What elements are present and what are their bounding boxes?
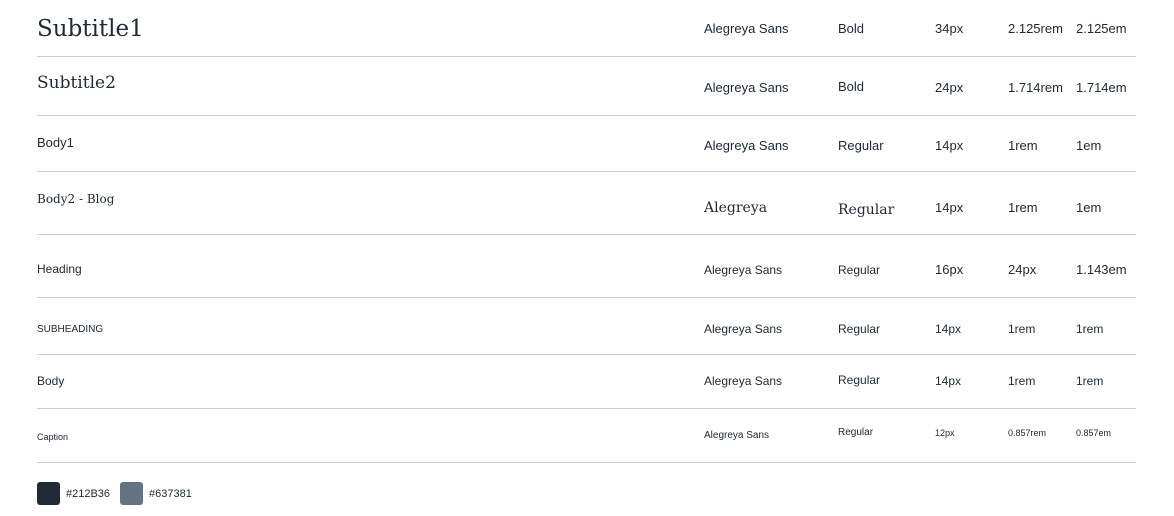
font-family-value: Alegreya Sans bbox=[704, 374, 783, 388]
font-size-em: 2.125em bbox=[1076, 21, 1127, 36]
style-name: Body1 bbox=[37, 135, 74, 150]
font-size-em: 1rem bbox=[1076, 374, 1104, 388]
font-weight-value: Regular bbox=[838, 322, 881, 336]
font-size-rem: 2.125rem bbox=[1008, 21, 1063, 36]
font-family-value: Alegreya Sans bbox=[704, 430, 770, 441]
font-size-rem: 1.714rem bbox=[1008, 80, 1063, 95]
style-name: SUBHEADING bbox=[37, 324, 104, 335]
font-family-value: Alegreya Sans bbox=[704, 80, 789, 95]
font-size-rem: 1rem bbox=[1008, 374, 1036, 388]
type-row-subtitle2: Subtitle2 Alegreya Sans Bold 24px 1.714r… bbox=[37, 57, 1136, 116]
font-family-value: Alegreya Sans bbox=[704, 322, 783, 336]
font-size-px: 14px bbox=[935, 138, 964, 153]
style-name: Subtitle1 bbox=[37, 16, 144, 42]
font-size-px: 14px bbox=[935, 374, 962, 388]
font-size-rem: 1rem bbox=[1008, 322, 1036, 336]
type-row-body2-blog: Body2 - Blog Alegreya Regular 14px 1rem … bbox=[37, 172, 1136, 235]
font-family-value: Alegreya Sans bbox=[704, 138, 789, 153]
font-size-em: 1em bbox=[1076, 138, 1102, 153]
font-weight-value: Bold bbox=[838, 79, 865, 94]
font-size-px: 14px bbox=[935, 322, 962, 336]
font-size-em: 1rem bbox=[1076, 322, 1104, 336]
font-size-rem: 1rem bbox=[1008, 200, 1038, 215]
font-family-value: Alegreya Sans bbox=[704, 21, 789, 36]
font-weight-value: Regular bbox=[838, 427, 874, 438]
type-row-caption: Caption Alegreya Sans Regular 12px 0.857… bbox=[37, 409, 1136, 463]
type-row-body1: Body1 Alegreya Sans Regular 14px 1rem 1e… bbox=[37, 116, 1136, 172]
font-weight-value: Regular bbox=[838, 138, 884, 153]
typography-table: Subtitle1 Alegreya Sans Bold 34px 2.125r… bbox=[37, 0, 1136, 463]
font-family-value: Alegreya Sans bbox=[704, 263, 783, 277]
color-hex-label: #212B36 bbox=[66, 487, 111, 500]
style-name: Body2 - Blog bbox=[37, 192, 115, 206]
font-weight-value: Regular bbox=[838, 373, 881, 387]
type-row-subheading: SUBHEADING Alegreya Sans Regular 14px 1r… bbox=[37, 298, 1136, 355]
swatch-secondary: #637381 bbox=[120, 482, 192, 505]
font-weight-value: Regular bbox=[838, 263, 881, 277]
swatch-primary: #212B36 bbox=[37, 482, 110, 505]
font-size-em: 1.143em bbox=[1076, 262, 1127, 277]
font-size-px: 12px bbox=[935, 428, 955, 438]
font-weight-value: Bold bbox=[838, 21, 865, 36]
style-name: Subtitle2 bbox=[37, 73, 116, 93]
color-hex-label: #637381 bbox=[149, 487, 192, 500]
font-size-px: 14px bbox=[935, 200, 964, 215]
style-name: Caption bbox=[37, 432, 69, 442]
font-weight-value: Regular bbox=[838, 202, 895, 218]
font-size-em: 0.857em bbox=[1076, 428, 1112, 438]
color-chip bbox=[120, 482, 143, 505]
font-size-em: 1.714em bbox=[1076, 80, 1127, 95]
color-chip bbox=[37, 482, 60, 505]
font-size-rem: 24px bbox=[1008, 262, 1037, 277]
type-row-body: Body Alegreya Sans Regular 14px 1rem 1re… bbox=[37, 355, 1136, 409]
style-name: Heading bbox=[37, 262, 82, 276]
type-row-heading: Heading Alegreya Sans Regular 16px 24px … bbox=[37, 235, 1136, 298]
font-size-em: 1em bbox=[1076, 200, 1102, 215]
style-name: Body bbox=[37, 374, 65, 388]
type-row-subtitle1: Subtitle1 Alegreya Sans Bold 34px 2.125r… bbox=[37, 0, 1136, 57]
font-size-rem: 0.857rem bbox=[1008, 428, 1047, 438]
font-size-px: 16px bbox=[935, 262, 964, 277]
font-size-rem: 1rem bbox=[1008, 138, 1038, 153]
font-size-px: 34px bbox=[935, 21, 964, 36]
font-size-px: 24px bbox=[935, 80, 964, 95]
font-family-value: Alegreya bbox=[704, 200, 768, 216]
